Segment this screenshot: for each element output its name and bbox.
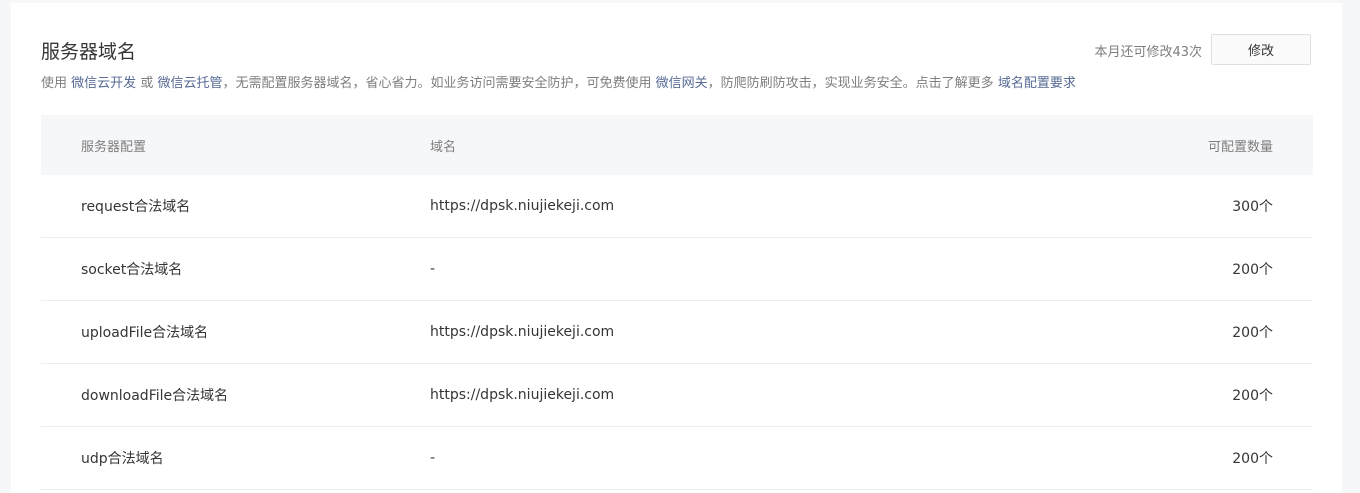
header-count: 可配置数量	[1207, 139, 1273, 155]
server-domain-card: 服务器域名 本月还可修改43次 修改 使用 微信云开发 或 微信云托管，无需配置…	[11, 3, 1342, 493]
row-config: downloadFile合法域名	[81, 388, 229, 404]
domain-config-requirements-link[interactable]: 域名配置要求	[998, 76, 1076, 91]
row-count: 200个	[1232, 388, 1273, 404]
desc-text-3: ，无需配置服务器域名，省心省力。如业务访问需要安全防护，可免费使用	[222, 76, 652, 91]
wechat-cloud-dev-link[interactable]: 微信云开发	[71, 76, 136, 91]
modify-quota-text: 本月还可修改43次	[1094, 45, 1202, 60]
desc-text-1: 使用	[41, 76, 68, 91]
desc-text-4: ，防爬防刷防攻击，实现业务安全。点击了解更多	[707, 76, 994, 91]
table-row: downloadFile合法域名 https://dpsk.niujiekeji…	[41, 364, 1313, 427]
row-count: 200个	[1232, 451, 1273, 467]
row-config: uploadFile合法域名	[81, 325, 209, 341]
header-domain: 域名	[430, 139, 457, 155]
domain-table: 服务器配置 域名 可配置数量 request合法域名 https://dpsk.…	[41, 115, 1313, 490]
table-header: 服务器配置 域名 可配置数量	[41, 115, 1313, 175]
table-row: socket合法域名 - 200个	[41, 238, 1313, 301]
row-domain: https://dpsk.niujiekeji.com	[430, 324, 615, 340]
row-config: request合法域名	[81, 199, 191, 215]
header-config: 服务器配置	[81, 139, 147, 155]
table-row: udp合法域名 - 200个	[41, 427, 1313, 490]
row-domain: -	[430, 450, 436, 466]
table-row: request合法域名 https://dpsk.niujiekeji.com …	[41, 175, 1313, 238]
modify-button[interactable]: 修改	[1211, 34, 1311, 65]
wechat-gateway-link[interactable]: 微信网关	[656, 76, 708, 91]
row-domain: https://dpsk.niujiekeji.com	[430, 387, 615, 403]
description: 使用 微信云开发 或 微信云托管，无需配置服务器域名，省心省力。如业务访问需要安…	[41, 72, 1076, 91]
row-config: udp合法域名	[81, 451, 164, 467]
row-config: socket合法域名	[81, 262, 183, 278]
row-count: 200个	[1232, 325, 1273, 341]
row-domain: https://dpsk.niujiekeji.com	[430, 198, 615, 214]
row-domain: -	[430, 261, 436, 277]
desc-text-2: 或	[140, 76, 154, 91]
row-count: 300个	[1232, 199, 1273, 215]
page-title: 服务器域名	[41, 41, 137, 63]
table-row: uploadFile合法域名 https://dpsk.niujiekeji.c…	[41, 301, 1313, 364]
wechat-cloud-hosting-link[interactable]: 微信云托管	[157, 76, 222, 91]
row-count: 200个	[1232, 262, 1273, 278]
